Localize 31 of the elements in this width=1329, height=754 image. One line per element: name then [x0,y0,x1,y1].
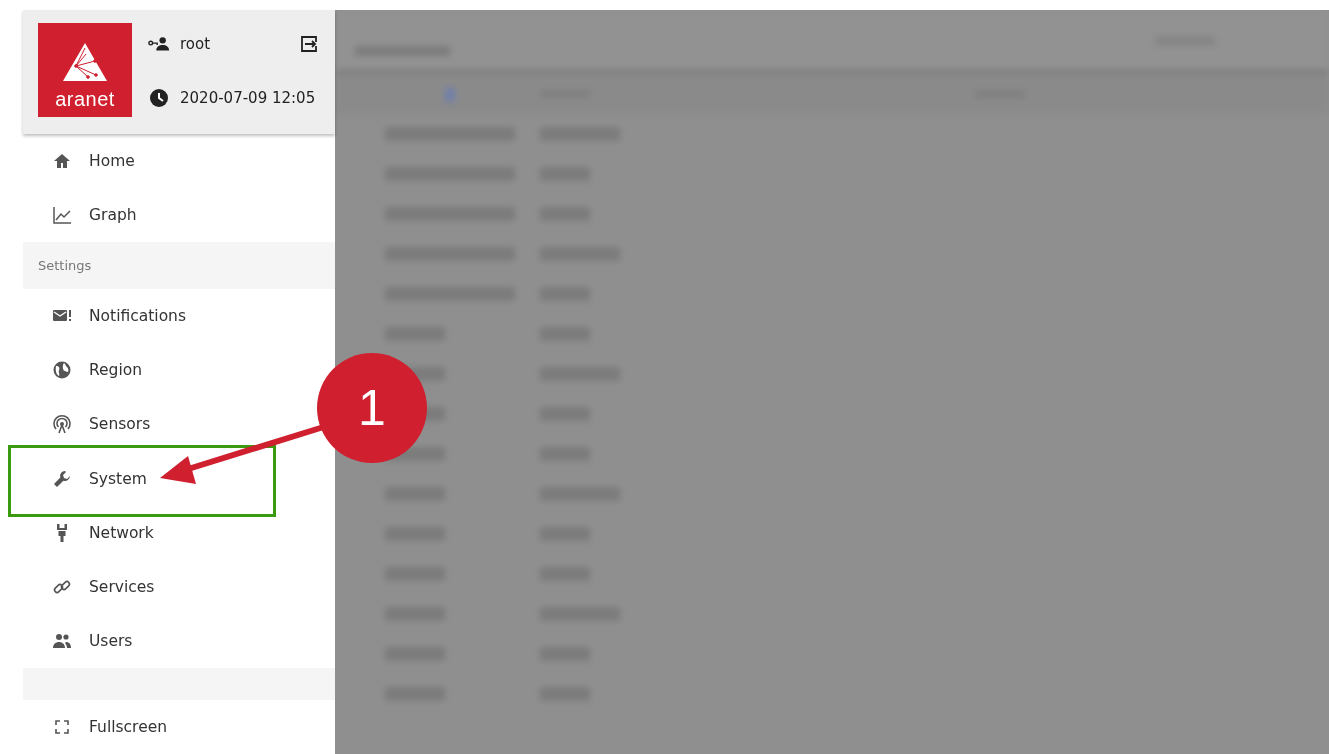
clock-icon [148,87,170,109]
nav-item[interactable]: Graph [23,188,137,243]
nav-item[interactable]: Sensors [23,397,151,452]
triangle-logo-icon [62,42,108,82]
nav-item[interactable]: Users [23,613,133,669]
nav-item[interactable]: Home [23,134,135,189]
nav-label: Notifications [89,307,186,326]
username: root [180,35,212,53]
nav-label: Services [89,577,155,596]
logo-text: aranet [55,88,115,111]
nav-item[interactable]: System [23,451,147,506]
nav-label: Users [89,632,133,651]
globe-icon [51,360,73,381]
nav-item[interactable]: Notifications [23,289,186,344]
nav-item[interactable]: Fullscreen [23,699,168,754]
broadcast-icon [51,414,73,435]
section-heading: Settings [23,242,335,290]
nav-item[interactable]: Services [23,559,155,614]
wrench-icon [51,468,73,489]
nav-label: Home [89,152,135,171]
logout-icon [299,34,319,54]
nav-label: Fullscreen [89,717,168,736]
nav-label: Region [89,361,143,380]
date-time: 2020-07-09 12:05 [180,89,316,107]
nav-label: Sensors [89,415,151,434]
nav-item[interactable]: Network [23,505,154,560]
nav-label: Network [89,523,154,542]
nav-label: System [89,469,147,488]
line-chart-icon [51,205,73,226]
nav-label: Graph [89,206,137,225]
nav-item[interactable]: Region [23,343,143,398]
